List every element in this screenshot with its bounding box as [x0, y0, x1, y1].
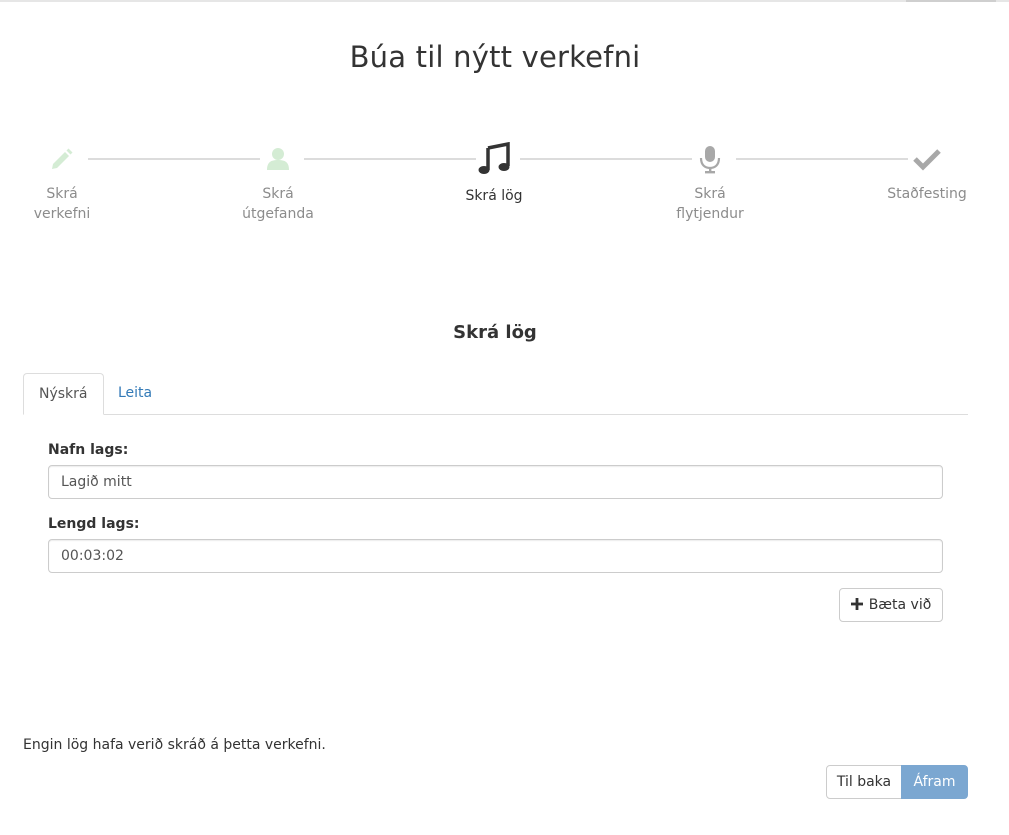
page-title: Búa til nýtt verkefni	[349, 40, 641, 74]
wizard-step-label: Skrá útgefanda	[242, 186, 314, 222]
tab-bar: Nýskrá Leita	[23, 373, 968, 415]
song-length-label: Lengd lags:	[48, 516, 140, 532]
back-button[interactable]: Til baka	[826, 765, 902, 799]
top-border-accent	[906, 0, 996, 2]
next-button[interactable]: Áfram	[901, 765, 968, 799]
check-icon	[867, 140, 987, 178]
wizard-step-register-performers[interactable]: Skrá flytjendur	[650, 140, 770, 224]
wizard-step-confirmation[interactable]: Staðfesting	[867, 140, 987, 204]
song-name-label: Nafn lags:	[48, 442, 129, 458]
tab-search[interactable]: Leita	[103, 373, 167, 415]
pencil-icon	[2, 140, 122, 178]
song-length-input[interactable]	[48, 539, 943, 573]
tab-new-entry[interactable]: Nýskrá	[23, 373, 104, 415]
wizard-step-register-project[interactable]: Skrá verkefni	[2, 140, 122, 224]
add-song-button[interactable]: Bæta við	[839, 588, 943, 622]
plus-icon	[850, 597, 863, 613]
wizard-step-label: Staðfesting	[887, 186, 967, 202]
wizard-step-label: Skrá flytjendur	[676, 186, 744, 222]
empty-songs-message: Engin lög hafa verið skráð á þetta verke…	[23, 737, 326, 753]
add-song-button-label: Bæta við	[868, 597, 932, 613]
user-icon	[218, 140, 338, 178]
wizard-step-register-songs[interactable]: Skrá lög	[434, 140, 554, 206]
top-border	[0, 0, 1009, 2]
wizard-step-register-publisher[interactable]: Skrá útgefanda	[218, 140, 338, 224]
wizard-step-label: Skrá lög	[465, 188, 523, 204]
wizard-steps: Skrá verkefni Skrá útgefanda Skrá lög Sk…	[20, 140, 970, 240]
music-icon	[434, 140, 554, 178]
microphone-icon	[650, 140, 770, 178]
song-name-input[interactable]	[48, 465, 943, 499]
section-title: Skrá lög	[453, 322, 537, 343]
wizard-step-label: Skrá verkefni	[33, 186, 91, 222]
